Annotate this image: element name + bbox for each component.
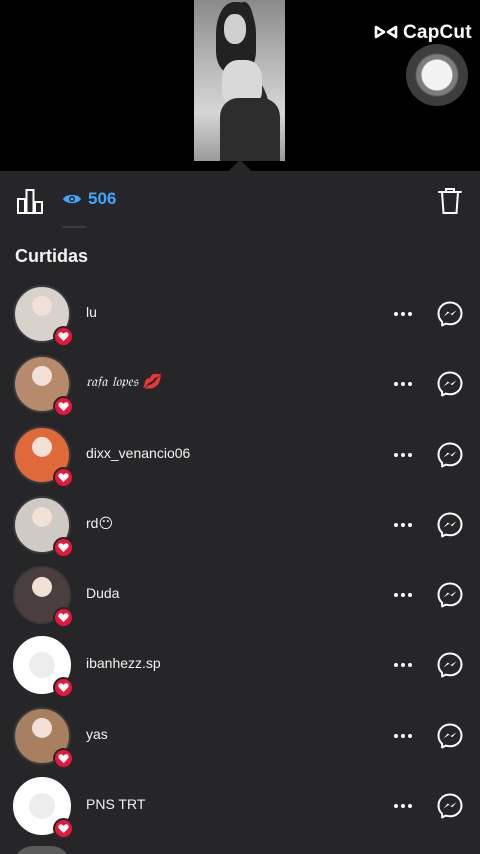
trash-icon[interactable] bbox=[436, 186, 464, 216]
username[interactable]: rd😶 bbox=[86, 515, 113, 532]
like-heart-icon bbox=[53, 326, 74, 347]
record-button[interactable] bbox=[406, 44, 468, 106]
activity-toolbar: 506 bbox=[0, 171, 480, 229]
like-row[interactable]: 𝔯𝔞𝔣𝔞 𝔩𝔬𝔭𝔢𝔰 💋 bbox=[0, 349, 480, 419]
more-options-button[interactable] bbox=[390, 582, 416, 608]
ellipsis-icon bbox=[394, 733, 412, 738]
ellipsis-icon bbox=[394, 382, 412, 387]
like-row[interactable]: yas bbox=[0, 701, 480, 771]
like-heart-icon bbox=[53, 747, 74, 769]
more-options-button[interactable] bbox=[390, 442, 416, 468]
ellipsis-icon bbox=[394, 593, 412, 598]
username[interactable]: dixx_venancio06 bbox=[86, 445, 190, 461]
like-row[interactable]: rd😶 bbox=[0, 490, 480, 560]
messenger-icon[interactable] bbox=[436, 441, 464, 469]
ellipsis-icon bbox=[394, 452, 412, 457]
username[interactable]: 𝔯𝔞𝔣𝔞 𝔩𝔬𝔭𝔢𝔰 💋 bbox=[86, 374, 160, 390]
username[interactable]: yas bbox=[86, 726, 108, 742]
like-heart-icon bbox=[53, 536, 74, 558]
insights-bar-chart-icon[interactable] bbox=[15, 186, 45, 216]
story-preview-area: CapCut bbox=[0, 0, 480, 171]
like-row[interactable]: ibanhezz.sp bbox=[0, 630, 480, 700]
ellipsis-icon bbox=[394, 522, 412, 527]
like-row[interactable]: PNS TRT bbox=[0, 771, 480, 841]
like-heart-icon bbox=[53, 466, 74, 488]
more-options-button[interactable] bbox=[390, 371, 416, 397]
messenger-icon[interactable] bbox=[436, 792, 464, 820]
story-thumbnail[interactable] bbox=[194, 0, 285, 161]
messenger-icon[interactable] bbox=[436, 722, 464, 750]
ellipsis-icon bbox=[394, 312, 412, 316]
more-options-button[interactable] bbox=[390, 652, 416, 678]
messenger-icon[interactable] bbox=[436, 511, 464, 539]
messenger-icon[interactable] bbox=[436, 581, 464, 609]
username[interactable]: lu bbox=[86, 304, 97, 320]
view-count: 506 bbox=[88, 189, 117, 208]
more-options-button[interactable] bbox=[390, 301, 416, 327]
ellipsis-icon bbox=[394, 804, 412, 809]
more-options-button[interactable] bbox=[390, 723, 416, 749]
like-row[interactable]: Duda bbox=[0, 560, 480, 630]
username[interactable]: PNS TRT bbox=[86, 796, 145, 812]
likes-list: lu 𝔯𝔞𝔣𝔞 𝔩𝔬𝔭𝔢𝔰 💋 dixx_venancio06 rd😶 Duda… bbox=[0, 279, 480, 841]
capcut-watermark: CapCut bbox=[374, 22, 472, 44]
messenger-icon[interactable] bbox=[436, 651, 464, 679]
username[interactable]: ibanhezz.sp bbox=[86, 655, 161, 671]
more-options-button[interactable] bbox=[390, 512, 416, 538]
more-options-button[interactable] bbox=[390, 793, 416, 819]
like-heart-icon bbox=[53, 396, 74, 418]
username[interactable]: Duda bbox=[86, 585, 119, 601]
like-heart-icon bbox=[53, 607, 74, 629]
like-row[interactable]: lu bbox=[0, 279, 480, 349]
tab-indicator bbox=[62, 226, 86, 228]
like-heart-icon bbox=[53, 677, 74, 699]
likes-section-title: Curtidas bbox=[15, 246, 89, 266]
capcut-logo-icon bbox=[374, 25, 398, 39]
story-activity-sheet: 506 Curtidas lu 𝔯𝔞𝔣𝔞 𝔩𝔬𝔭𝔢𝔰 💋 dixx_venanc… bbox=[0, 171, 480, 854]
messenger-icon[interactable] bbox=[436, 370, 464, 398]
capcut-brand-text: CapCut bbox=[403, 22, 472, 43]
eye-icon bbox=[63, 194, 81, 204]
like-heart-icon bbox=[53, 818, 74, 840]
ellipsis-icon bbox=[394, 663, 412, 668]
viewers-tab[interactable]: 506 bbox=[62, 189, 116, 209]
messenger-icon[interactable] bbox=[436, 300, 464, 328]
like-row[interactable]: dixx_venancio06 bbox=[0, 420, 480, 490]
